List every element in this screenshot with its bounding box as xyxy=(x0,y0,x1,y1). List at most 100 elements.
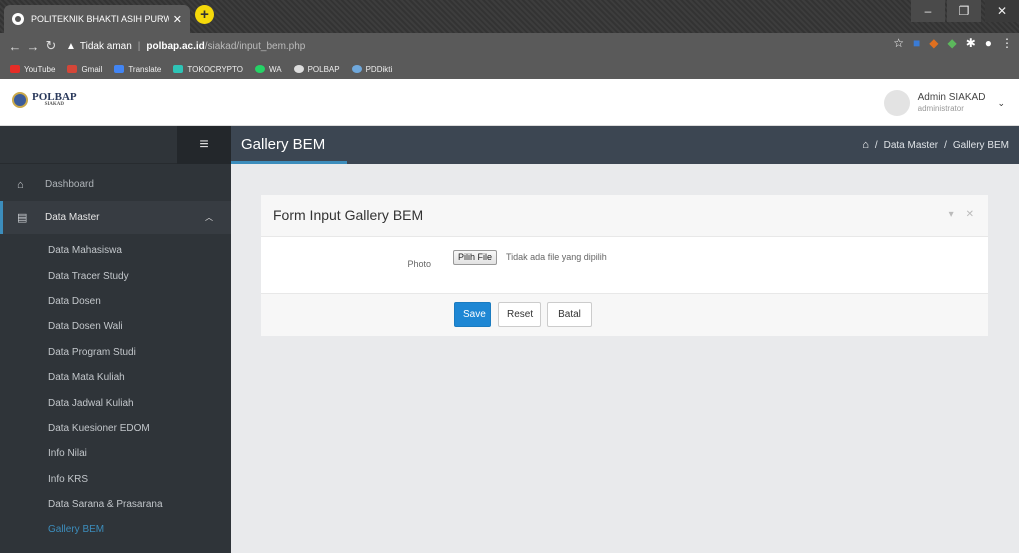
collapse-icon[interactable]: ▾ xyxy=(949,209,954,220)
url-host: polbap.ac.id xyxy=(146,40,205,52)
sidebar-item-data-sarana-prasarana[interactable]: Data Sarana & Prasarana xyxy=(0,492,231,517)
extension-toolbar: ☆ ■ ◆ ◆ ✱ ● ⋮ xyxy=(893,36,1013,50)
sidebar-item-label: Data Master xyxy=(45,212,100,223)
home-icon[interactable]: ⌂ xyxy=(862,139,869,151)
security-label: Tidak aman xyxy=(79,40,132,52)
whatsapp-icon xyxy=(254,65,265,73)
sidebar-item-data-mata-kuliah[interactable]: Data Mata Kuliah xyxy=(0,365,231,390)
bookmark-tokocrypto[interactable]: TOKOCRYPTO xyxy=(173,65,243,74)
logo-text: POLBAP SIAKAD xyxy=(32,91,77,108)
extension-leaf-icon[interactable]: ◆ xyxy=(947,36,956,50)
sidebar-item-data-mahasiswa[interactable]: Data Mahasiswa xyxy=(0,238,231,263)
panel-body: Photo Pilih File Tidak ada file yang dip… xyxy=(261,237,988,294)
chevron-up-icon: ︿ xyxy=(205,213,213,222)
warning-icon: ▲ xyxy=(66,40,76,52)
sidebar-item-label: Dashboard xyxy=(45,179,94,190)
data-master-submenu: Data Mahasiswa Data Tracer Study Data Do… xyxy=(0,234,231,543)
panel-header: Form Input Gallery BEM ▾ ✕ xyxy=(261,195,988,237)
sidebar-item-data-program-studi[interactable]: Data Program Studi xyxy=(0,340,231,365)
translate-icon xyxy=(114,65,125,73)
tokocrypto-icon xyxy=(173,65,184,73)
bookmark-gmail[interactable]: Gmail xyxy=(67,65,102,74)
breadcrumb-data-master[interactable]: Data Master xyxy=(884,140,938,151)
sidebar-item-info-krs[interactable]: Info KRS xyxy=(0,467,231,492)
close-tab-icon[interactable]: ✕ xyxy=(173,13,182,26)
sidebar-top: ≡ xyxy=(0,126,231,164)
page-title: Gallery BEM xyxy=(241,136,326,153)
user-info: Admin SIAKAD administrator xyxy=(918,92,986,114)
reset-button[interactable]: Reset xyxy=(498,302,541,327)
close-window-icon[interactable]: ✕ xyxy=(985,0,1019,22)
home-icon: ⌂ xyxy=(17,178,24,191)
back-icon[interactable]: ← xyxy=(6,39,24,54)
profile-icon[interactable]: ● xyxy=(985,36,992,50)
save-button[interactable]: Save xyxy=(454,302,491,327)
page-title-underline xyxy=(231,161,347,164)
breadcrumb-gallery-bem: Gallery BEM xyxy=(952,139,1009,151)
sidebar-item-data-master[interactable]: ▤ Data Master ︿ xyxy=(0,201,231,234)
chevron-down-icon: ⌄ xyxy=(997,97,1005,108)
avatar xyxy=(883,90,910,116)
bookmark-polbap[interactable]: POLBAP xyxy=(293,65,340,74)
minimize-icon[interactable]: – xyxy=(911,0,945,22)
sidebar-item-data-tracer-study[interactable]: Data Tracer Study xyxy=(0,263,231,288)
sidebar-item-data-jadwal-kuliah[interactable]: Data Jadwal Kuliah xyxy=(0,390,231,415)
app-logo[interactable]: POLBAP SIAKAD xyxy=(12,92,77,108)
bookmark-youtube[interactable]: YouTube xyxy=(10,65,55,74)
panel-title: Form Input Gallery BEM xyxy=(273,207,424,223)
file-status: Tidak ada file yang dipilih xyxy=(506,252,607,262)
cancel-button[interactable]: Batal xyxy=(547,302,592,327)
user-name: Admin SIAKAD xyxy=(917,92,986,103)
breadcrumb-separator: / xyxy=(874,139,878,151)
url-field[interactable]: ▲ Tidak aman | polbap.ac.id /siakad/inpu… xyxy=(66,36,305,56)
content-header: Gallery BEM ⌂ / Data Master / Gallery BE… xyxy=(231,126,1019,164)
address-bar: ← → ↻ ▲ Tidak aman | polbap.ac.id /siaka… xyxy=(0,33,1019,59)
sidebar-item-data-dosen[interactable]: Data Dosen xyxy=(0,289,231,314)
panel-footer: Save Reset Batal xyxy=(261,294,988,336)
youtube-icon xyxy=(10,65,20,73)
reload-icon[interactable]: ↻ xyxy=(42,38,60,54)
close-icon[interactable]: ✕ xyxy=(966,209,974,220)
site-favicon-icon xyxy=(12,13,24,25)
sidebar-item-data-kuesioner-edom[interactable]: Data Kuesioner EDOM xyxy=(0,416,231,441)
bookmark-wa[interactable]: WA xyxy=(254,65,282,74)
sidebar: ≡ ⌂ Dashboard ▤ Data Master ︿ Data Mahas… xyxy=(0,126,231,553)
sidebar-item-data-dosen-wali[interactable]: Data Dosen Wali xyxy=(0,314,231,339)
url-path: /siakad/input_bem.php xyxy=(204,40,306,52)
breadcrumb: ⌂ / Data Master / Gallery BEM xyxy=(862,139,1009,151)
bookmark-star-icon[interactable]: ☆ xyxy=(893,36,904,50)
photo-label: Photo xyxy=(407,259,431,269)
polbap-seal-icon xyxy=(12,92,28,108)
sidebar-item-info-nilai[interactable]: Info Nilai xyxy=(0,441,231,466)
extension-shield-icon[interactable]: ■ xyxy=(913,36,920,50)
forward-icon[interactable]: → xyxy=(24,39,42,54)
bookmark-pddikti[interactable]: PDDikti xyxy=(351,65,392,74)
form-panel: Form Input Gallery BEM ▾ ✕ Photo Pilih F… xyxy=(261,195,988,336)
sidebar-item-dashboard[interactable]: ⌂ Dashboard xyxy=(0,168,231,201)
sidebar-item-gallery-bem[interactable]: Gallery BEM xyxy=(0,517,231,542)
polbap-icon xyxy=(293,65,304,73)
list-icon: ▤ xyxy=(17,212,28,224)
bookmark-translate[interactable]: Translate xyxy=(114,65,161,74)
new-tab-button[interactable]: + xyxy=(195,5,214,24)
window-controls: – ❐ xyxy=(909,0,981,33)
pddikti-icon xyxy=(351,65,362,73)
extension-fox-icon[interactable]: ◆ xyxy=(929,36,938,50)
choose-file-button[interactable]: Pilih File xyxy=(453,250,498,265)
restore-icon[interactable]: ❐ xyxy=(947,0,981,22)
user-role: administrator xyxy=(917,104,964,113)
browser-tab-title: POLITEKNIK BHAKTI ASIH PURWA xyxy=(31,14,169,24)
sidebar-toggle-button[interactable]: ≡ xyxy=(177,126,231,164)
user-menu[interactable]: Admin SIAKAD administrator ⌄ xyxy=(883,90,1005,116)
browser-tab-bar: POLITEKNIK BHAKTI ASIH PURWA ✕ + – ❐ ✕ xyxy=(0,0,1019,33)
menu-kebab-icon[interactable]: ⋮ xyxy=(1001,36,1013,50)
window-close: ✕ xyxy=(983,0,1019,33)
breadcrumb-separator: / xyxy=(944,139,947,151)
panel-tools: ▾ ✕ xyxy=(949,209,974,220)
url-separator: | xyxy=(137,40,141,52)
app-header: POLBAP SIAKAD Admin SIAKAD administrator … xyxy=(0,79,1019,126)
browser-tab[interactable]: POLITEKNIK BHAKTI ASIH PURWA ✕ xyxy=(4,5,190,33)
bookmarks-bar: YouTube Gmail Translate TOKOCRYPTO WA PO… xyxy=(0,59,1019,79)
gmail-icon xyxy=(67,65,78,73)
extensions-puzzle-icon[interactable]: ✱ xyxy=(966,36,976,50)
